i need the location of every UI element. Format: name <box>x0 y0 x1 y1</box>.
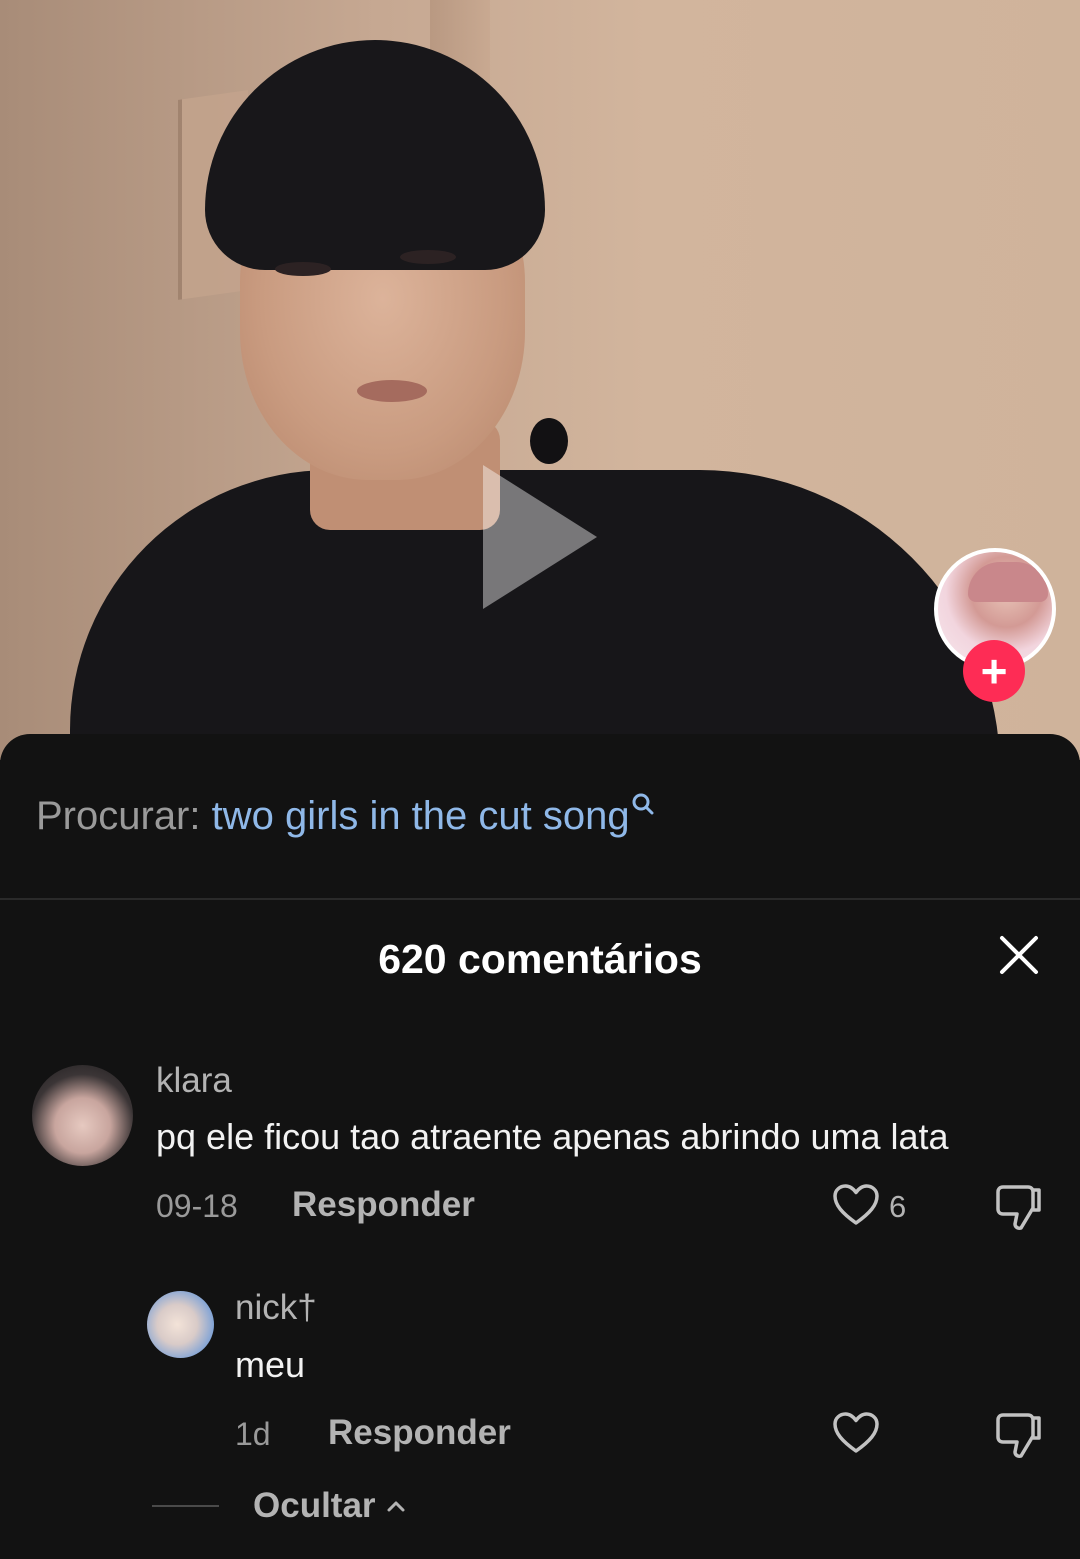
play-icon[interactable] <box>483 465 597 609</box>
avatar[interactable] <box>32 1065 133 1166</box>
close-icon[interactable] <box>998 934 1040 976</box>
dislike-icon[interactable] <box>994 1412 1044 1460</box>
comment-username[interactable]: klara <box>156 1061 232 1101</box>
like-count: 6 <box>889 1189 907 1224</box>
video-player[interactable] <box>0 0 1080 760</box>
person-mouth <box>357 380 427 402</box>
person-eye-left <box>275 262 331 276</box>
comment-date: 09-18 <box>156 1188 238 1224</box>
follow-button[interactable]: + <box>963 640 1025 702</box>
reply-text: meu <box>235 1344 306 1385</box>
reply-button[interactable]: Responder <box>328 1413 511 1453</box>
hide-replies-button[interactable]: Ocultar <box>253 1486 376 1526</box>
dislike-icon[interactable] <box>994 1184 1044 1232</box>
search-icon <box>630 792 654 822</box>
comments-count-title: 620 comentários <box>378 936 702 982</box>
heart-icon[interactable] <box>832 1183 880 1227</box>
person-eye-right <box>400 250 456 264</box>
microphone <box>530 418 568 464</box>
search-prefix: Procurar: <box>36 794 201 838</box>
comment-text: pq ele ficou tao atraente apenas abrindo… <box>156 1116 949 1157</box>
avatar[interactable] <box>147 1291 214 1358</box>
hide-replies-line <box>152 1505 219 1507</box>
search-suggestion[interactable]: Procurar: two girls in the cut song <box>36 792 654 839</box>
reply-date: 1d <box>235 1416 271 1452</box>
search-term[interactable]: two girls in the cut song <box>212 794 630 838</box>
chevron-up-icon[interactable] <box>386 1496 406 1514</box>
reply-username[interactable]: nick† <box>235 1288 317 1328</box>
divider <box>0 898 1080 900</box>
avatar-hat <box>968 562 1048 602</box>
comments-sheet: Procurar: two girls in the cut song 620 … <box>0 734 1080 1559</box>
plus-icon: + <box>980 645 1008 697</box>
person-hair <box>205 40 545 270</box>
reply-button[interactable]: Responder <box>292 1185 475 1225</box>
heart-icon[interactable] <box>832 1411 880 1455</box>
